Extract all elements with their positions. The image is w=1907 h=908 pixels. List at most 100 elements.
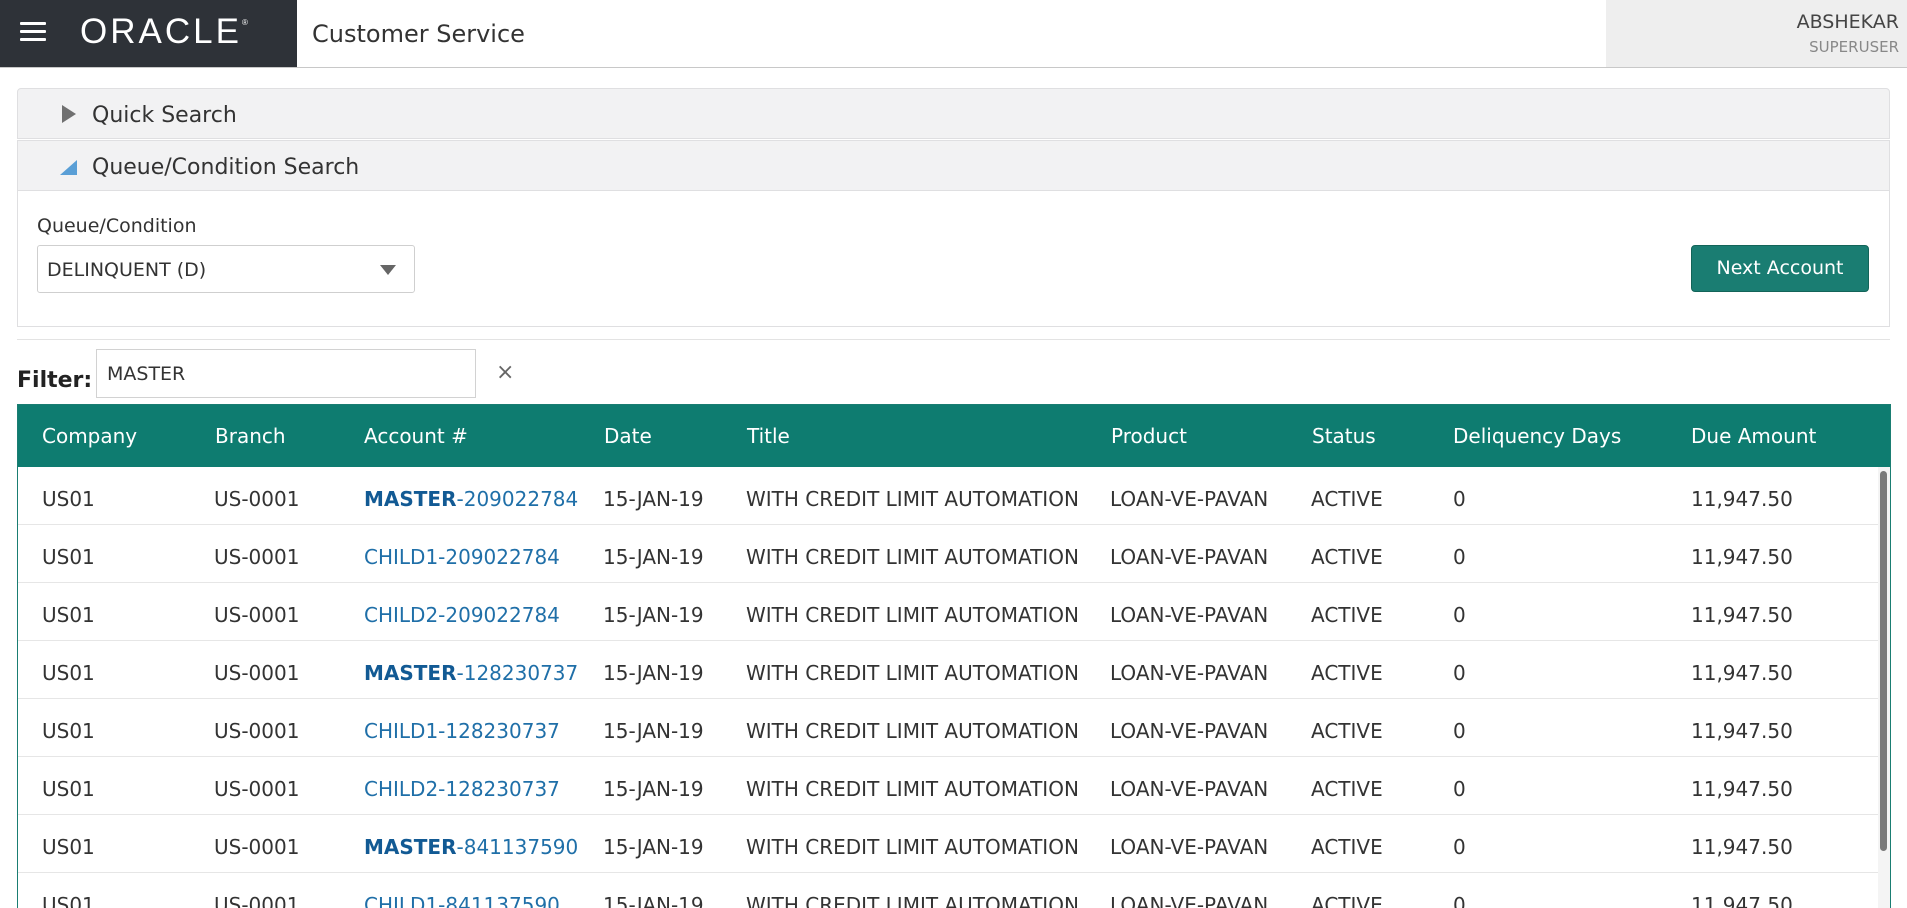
cell-title: WITH CREDIT LIMIT AUTOMATION: [746, 893, 1079, 908]
user-menu[interactable]: ABSHEKAR SUPERUSER: [1606, 0, 1907, 67]
cell-title: WITH CREDIT LIMIT AUTOMATION: [746, 777, 1079, 801]
table-row[interactable]: US01 US-0001 CHILD1-209022784 15-JAN-19 …: [18, 525, 1878, 583]
cell-date: 15-JAN-19: [603, 545, 704, 569]
cell-delinquency-days: 0: [1453, 777, 1466, 801]
column-header-due-amount[interactable]: Due Amount: [1691, 424, 1816, 448]
account-link[interactable]: CHILD2-128230737: [364, 777, 560, 801]
table-row[interactable]: US01 US-0001 CHILD1-128230737 15-JAN-19 …: [18, 699, 1878, 757]
close-icon[interactable]: ×: [496, 360, 514, 385]
column-header-product[interactable]: Product: [1111, 424, 1187, 448]
oracle-logo: ORACLE®: [80, 12, 248, 51]
cell-product: LOAN-VE-PAVAN: [1110, 893, 1269, 908]
cell-due-amount: 11,947.50: [1691, 719, 1793, 743]
queue-condition-panel: Queue/Condition DELINQUENT (D) Next Acco…: [17, 191, 1890, 327]
cell-due-amount: 11,947.50: [1691, 777, 1793, 801]
cell-product: LOAN-VE-PAVAN: [1110, 777, 1269, 801]
cell-status: ACTIVE: [1311, 603, 1383, 627]
next-account-button[interactable]: Next Account: [1691, 245, 1869, 292]
triangle-down-icon: [60, 160, 77, 175]
column-header-account[interactable]: Account #: [364, 424, 468, 448]
quick-search-header[interactable]: Quick Search: [17, 88, 1890, 139]
cell-delinquency-days: 0: [1453, 545, 1466, 569]
table-header: Company Branch Account # Date Title Prod…: [18, 405, 1890, 467]
cell-title: WITH CREDIT LIMIT AUTOMATION: [746, 545, 1079, 569]
cell-branch: US-0001: [214, 487, 300, 511]
cell-date: 15-JAN-19: [603, 719, 704, 743]
account-link[interactable]: CHILD1-128230737: [364, 719, 560, 743]
cell-company: US01: [42, 835, 95, 859]
table-row[interactable]: US01 US-0001 MASTER-209022784 15-JAN-19 …: [18, 467, 1878, 525]
table-row[interactable]: US01 US-0001 CHILD2-128230737 15-JAN-19 …: [18, 757, 1878, 815]
cell-branch: US-0001: [214, 603, 300, 627]
table-row[interactable]: US01 US-0001 CHILD2-209022784 15-JAN-19 …: [18, 583, 1878, 641]
cell-date: 15-JAN-19: [603, 835, 704, 859]
cell-title: WITH CREDIT LIMIT AUTOMATION: [746, 835, 1079, 859]
table-row[interactable]: US01 US-0001 MASTER-128230737 15-JAN-19 …: [18, 641, 1878, 699]
cell-date: 15-JAN-19: [603, 487, 704, 511]
cell-due-amount: 11,947.50: [1691, 603, 1793, 627]
account-link[interactable]: MASTER-128230737: [364, 661, 578, 685]
triangle-right-icon: [62, 105, 76, 123]
filter-input[interactable]: [96, 349, 476, 398]
cell-due-amount: 11,947.50: [1691, 835, 1793, 859]
cell-product: LOAN-VE-PAVAN: [1110, 835, 1269, 859]
cell-branch: US-0001: [214, 719, 300, 743]
cell-company: US01: [42, 545, 95, 569]
cell-company: US01: [42, 719, 95, 743]
account-link[interactable]: CHILD1-209022784: [364, 545, 560, 569]
cell-status: ACTIVE: [1311, 777, 1383, 801]
queue-condition-label: Queue/Condition: [37, 215, 197, 237]
cell-title: WITH CREDIT LIMIT AUTOMATION: [746, 603, 1079, 627]
cell-title: WITH CREDIT LIMIT AUTOMATION: [746, 487, 1079, 511]
cell-delinquency-days: 0: [1453, 603, 1466, 627]
app-title: Customer Service: [312, 20, 525, 48]
cell-title: WITH CREDIT LIMIT AUTOMATION: [746, 719, 1079, 743]
account-link[interactable]: CHILD1-841137590: [364, 893, 560, 908]
user-role: SUPERUSER: [1809, 38, 1899, 56]
column-header-company[interactable]: Company: [42, 424, 137, 448]
brand-area: ORACLE®: [0, 0, 297, 67]
cell-title: WITH CREDIT LIMIT AUTOMATION: [746, 661, 1079, 685]
column-header-status[interactable]: Status: [1312, 424, 1376, 448]
cell-date: 15-JAN-19: [603, 893, 704, 908]
table-row[interactable]: US01 US-0001 CHILD1-841137590 15-JAN-19 …: [18, 873, 1878, 908]
accounts-table: Company Branch Account # Date Title Prod…: [17, 404, 1891, 908]
cell-company: US01: [42, 893, 95, 908]
cell-branch: US-0001: [214, 835, 300, 859]
column-header-branch[interactable]: Branch: [215, 424, 286, 448]
column-header-title[interactable]: Title: [747, 424, 790, 448]
cell-status: ACTIVE: [1311, 487, 1383, 511]
cell-status: ACTIVE: [1311, 719, 1383, 743]
table-row[interactable]: US01 US-0001 MASTER-841137590 15-JAN-19 …: [18, 815, 1878, 873]
table-scrollbar[interactable]: [1878, 467, 1890, 908]
filter-label: Filter:: [17, 368, 93, 393]
queue-condition-search-header[interactable]: Queue/Condition Search: [17, 140, 1890, 191]
cell-company: US01: [42, 661, 95, 685]
cell-product: LOAN-VE-PAVAN: [1110, 545, 1269, 569]
column-header-date[interactable]: Date: [604, 424, 652, 448]
cell-company: US01: [42, 777, 95, 801]
cell-product: LOAN-VE-PAVAN: [1110, 603, 1269, 627]
queue-condition-search-label: Queue/Condition Search: [92, 155, 360, 180]
cell-product: LOAN-VE-PAVAN: [1110, 661, 1269, 685]
account-link[interactable]: MASTER-841137590: [364, 835, 578, 859]
queue-condition-select[interactable]: DELINQUENT (D): [37, 245, 415, 293]
hamburger-menu-icon[interactable]: [20, 22, 48, 44]
cell-status: ACTIVE: [1311, 835, 1383, 859]
cell-delinquency-days: 0: [1453, 719, 1466, 743]
scrollbar-thumb[interactable]: [1880, 471, 1887, 851]
column-header-delinquency-days[interactable]: Deliquency Days: [1453, 424, 1621, 448]
cell-product: LOAN-VE-PAVAN: [1110, 487, 1269, 511]
cell-branch: US-0001: [214, 661, 300, 685]
cell-status: ACTIVE: [1311, 661, 1383, 685]
cell-branch: US-0001: [214, 777, 300, 801]
cell-date: 15-JAN-19: [603, 661, 704, 685]
cell-branch: US-0001: [214, 893, 300, 908]
account-link[interactable]: MASTER-209022784: [364, 487, 578, 511]
top-bar: ORACLE® Customer Service ABSHEKAR SUPERU…: [0, 0, 1907, 68]
cell-due-amount: 11,947.50: [1691, 661, 1793, 685]
cell-company: US01: [42, 603, 95, 627]
cell-delinquency-days: 0: [1453, 661, 1466, 685]
cell-date: 15-JAN-19: [603, 603, 704, 627]
account-link[interactable]: CHILD2-209022784: [364, 603, 560, 627]
